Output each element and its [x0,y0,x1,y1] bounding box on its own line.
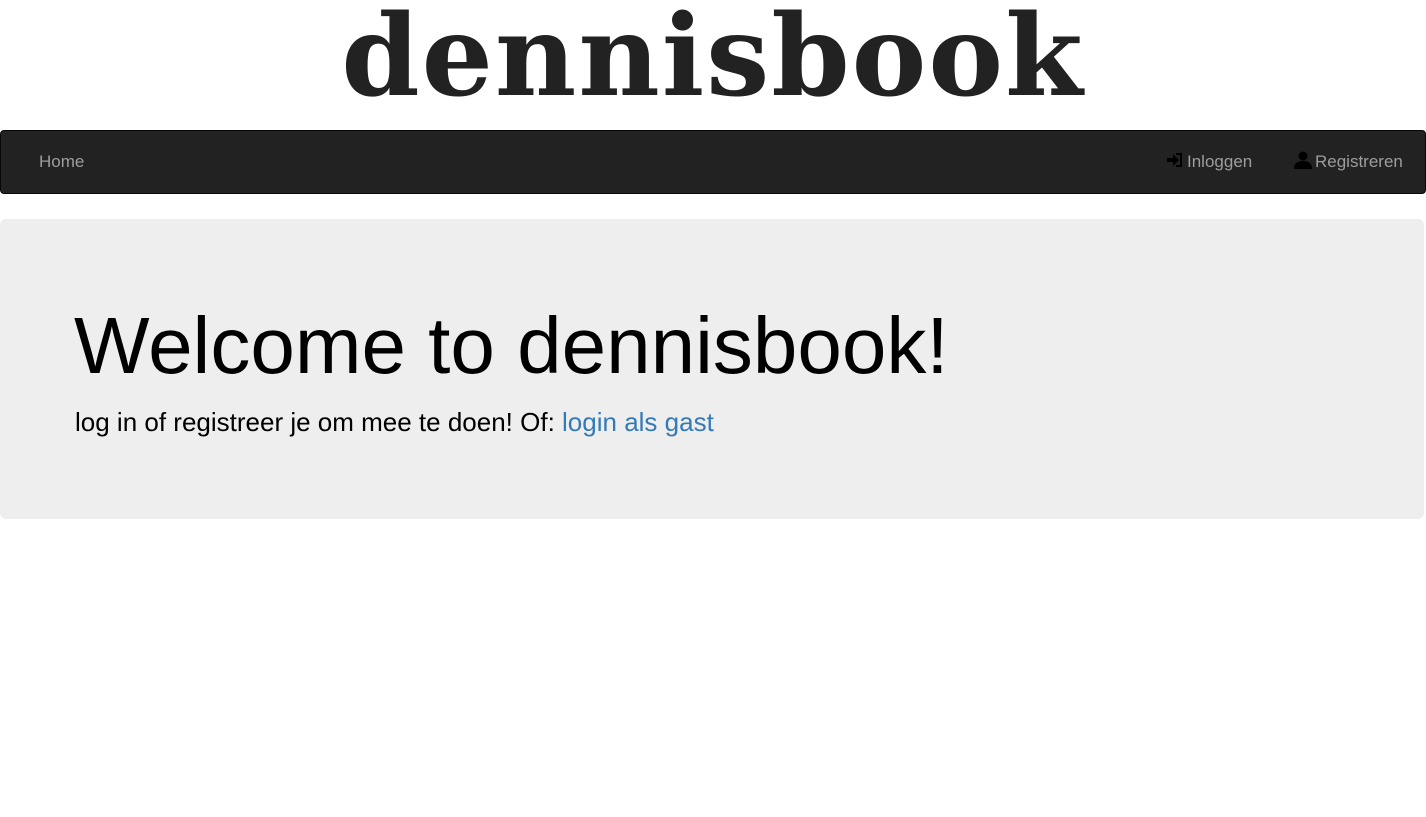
welcome-message: log in of registreer je om mee te doen! … [75,404,714,440]
nav-register-label: Registreren [1315,152,1403,171]
guest-login-link[interactable]: login als gast [562,407,714,437]
welcome-message-text: log in of registreer je om mee te doen! … [75,407,563,437]
welcome-heading: Welcome to dennisbook! [74,301,949,390]
nav-login-link[interactable]: Inloggen [1165,131,1252,193]
log-in-icon [1167,153,1182,167]
nav-login-label: Inloggen [1187,152,1253,171]
navbar: Home Inloggen Registreren [0,130,1426,194]
nav-home-link[interactable]: Home [39,131,84,193]
logo-header: dennisbook [0,0,1426,130]
user-icon [1294,151,1312,169]
nav-register-link[interactable]: Registreren [1293,131,1403,193]
site-logo[interactable]: dennisbook [341,0,1084,122]
